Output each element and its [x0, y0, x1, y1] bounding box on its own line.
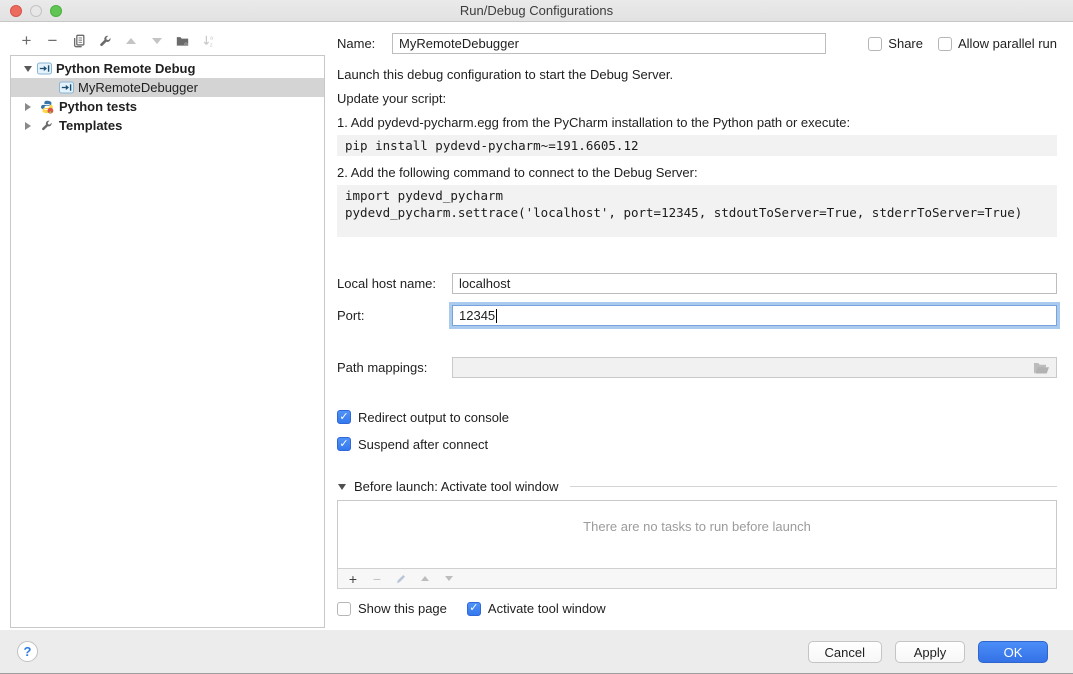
copy-icon[interactable]	[71, 33, 86, 48]
activate-tool-window-label: Activate tool window	[488, 601, 606, 616]
suspend-after-connect-label: Suspend after connect	[358, 437, 488, 452]
configurations-toolbar: + − az	[19, 33, 216, 48]
wrench-icon	[40, 119, 55, 132]
move-task-up-icon	[419, 576, 431, 581]
settrace-code[interactable]: import pydevd_pycharm pydevd_pycharm.set…	[337, 185, 1057, 237]
apply-button[interactable]: Apply	[895, 641, 965, 663]
move-up-icon	[123, 33, 138, 48]
port-input[interactable]: 12345	[452, 305, 1057, 326]
close-window-button[interactable]	[10, 5, 22, 17]
intro-text: Launch this debug configuration to start…	[337, 67, 1057, 82]
remove-icon[interactable]: −	[45, 33, 60, 48]
run-config-icon	[37, 62, 52, 75]
window-title: Run/Debug Configurations	[0, 3, 1073, 18]
path-mappings-input[interactable]	[452, 357, 1057, 378]
section-separator	[570, 486, 1057, 487]
settrace-code-line1: import pydevd_pycharm	[345, 187, 1049, 204]
before-launch-task-list[interactable]: There are no tasks to run before launch	[337, 500, 1057, 568]
help-question-icon: ?	[24, 644, 32, 659]
browse-folder-icon[interactable]	[1033, 361, 1050, 375]
minimize-window-button	[30, 5, 42, 17]
share-checkbox[interactable]	[868, 37, 882, 51]
new-folder-icon[interactable]	[175, 33, 190, 48]
ok-button[interactable]: OK	[978, 641, 1048, 663]
show-this-page-label: Show this page	[358, 601, 447, 616]
share-label: Share	[888, 36, 923, 51]
tree-item-myremotedebugger[interactable]: MyRemoteDebugger	[11, 78, 324, 97]
update-script-text: Update your script:	[337, 91, 1057, 106]
edit-pencil-icon	[395, 573, 407, 585]
traffic-lights	[10, 5, 62, 17]
port-value: 12345	[459, 308, 495, 323]
text-caret	[496, 309, 497, 323]
name-input[interactable]	[392, 33, 826, 54]
redirect-output-checkbox[interactable]	[337, 410, 351, 424]
run-config-icon	[59, 81, 74, 94]
sort-alphabetically-icon: az	[201, 33, 216, 48]
empty-tasks-text: There are no tasks to run before launch	[583, 519, 811, 568]
svg-text:z: z	[209, 42, 212, 48]
allow-parallel-run-label: Allow parallel run	[958, 36, 1057, 51]
remove-task-icon: −	[371, 572, 383, 586]
port-label: Port:	[337, 308, 452, 323]
show-this-page-checkbox[interactable]	[337, 602, 351, 616]
move-task-down-icon	[443, 576, 455, 581]
collapse-section-icon[interactable]	[337, 482, 347, 492]
configuration-form: Name: Share Allow parallel run Launch th…	[337, 22, 1057, 616]
svg-text:a: a	[209, 35, 213, 41]
run-debug-configurations-dialog: Run/Debug Configurations + − az Python R…	[0, 0, 1073, 674]
before-launch-title: Before launch: Activate tool window	[354, 479, 559, 494]
move-down-icon	[149, 33, 164, 48]
allow-parallel-run-checkbox-group: Allow parallel run	[938, 36, 1057, 51]
step2-text: 2. Add the following command to connect …	[337, 165, 1057, 180]
tree-item-python-tests[interactable]: Python tests	[11, 97, 324, 116]
settrace-code-line2: pydevd_pycharm.settrace('localhost', por…	[345, 204, 1049, 221]
zoom-window-button[interactable]	[50, 5, 62, 17]
name-label: Name:	[337, 36, 392, 51]
redirect-output-label: Redirect output to console	[358, 410, 509, 425]
tree-item-templates[interactable]: Templates	[11, 116, 324, 135]
help-button[interactable]: ?	[17, 641, 38, 662]
add-icon[interactable]: +	[19, 33, 34, 48]
tree-item-label: MyRemoteDebugger	[78, 80, 198, 95]
chevron-right-icon[interactable]	[23, 121, 33, 131]
local-host-name-input[interactable]	[452, 273, 1057, 294]
edit-defaults-wrench-icon[interactable]	[97, 33, 112, 48]
title-bar: Run/Debug Configurations	[0, 0, 1073, 22]
tasks-toolbar: + −	[337, 568, 1057, 589]
allow-parallel-run-checkbox[interactable]	[938, 37, 952, 51]
activate-tool-window-checkbox[interactable]	[467, 602, 481, 616]
path-mappings-label: Path mappings:	[337, 360, 452, 375]
tree-item-label: Python tests	[59, 99, 137, 114]
add-task-icon[interactable]: +	[347, 572, 359, 586]
suspend-after-connect-checkbox[interactable]	[337, 437, 351, 451]
chevron-right-icon[interactable]	[23, 102, 33, 112]
tree-item-label: Templates	[59, 118, 122, 133]
step1-text: 1. Add pydevd-pycharm.egg from the PyCha…	[337, 115, 1057, 130]
share-checkbox-group: Share	[868, 36, 923, 51]
chevron-down-icon[interactable]	[23, 64, 33, 74]
local-host-name-label: Local host name:	[337, 276, 452, 291]
tree-item-label: Python Remote Debug	[56, 61, 195, 76]
cancel-button[interactable]: Cancel	[808, 641, 882, 663]
python-icon	[40, 100, 55, 113]
tree-item-python-remote-debug[interactable]: Python Remote Debug	[11, 59, 324, 78]
dialog-footer: ? Cancel Apply OK	[0, 630, 1073, 674]
pip-install-code[interactable]: pip install pydevd-pycharm~=191.6605.12	[337, 135, 1057, 156]
configurations-tree: Python Remote Debug MyRemoteDebugger Pyt…	[10, 55, 325, 628]
